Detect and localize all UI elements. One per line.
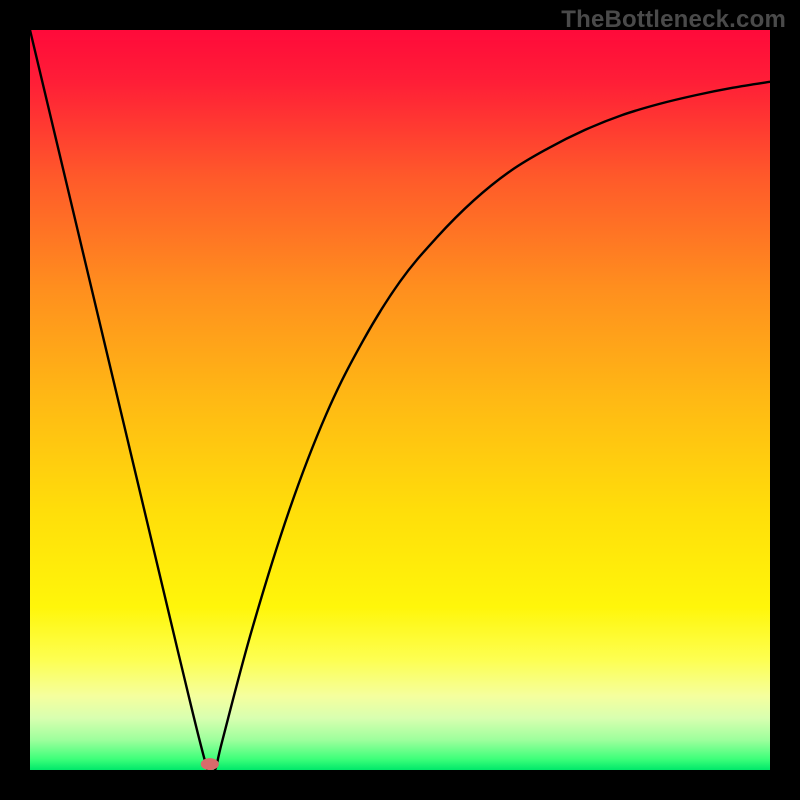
watermark-text: TheBottleneck.com: [561, 6, 786, 34]
chart-svg: [30, 30, 770, 770]
optimal-marker: [201, 758, 219, 770]
gradient-background: [30, 30, 770, 770]
chart-container: TheBottleneck.com: [0, 0, 800, 800]
plot-area: [30, 30, 770, 770]
